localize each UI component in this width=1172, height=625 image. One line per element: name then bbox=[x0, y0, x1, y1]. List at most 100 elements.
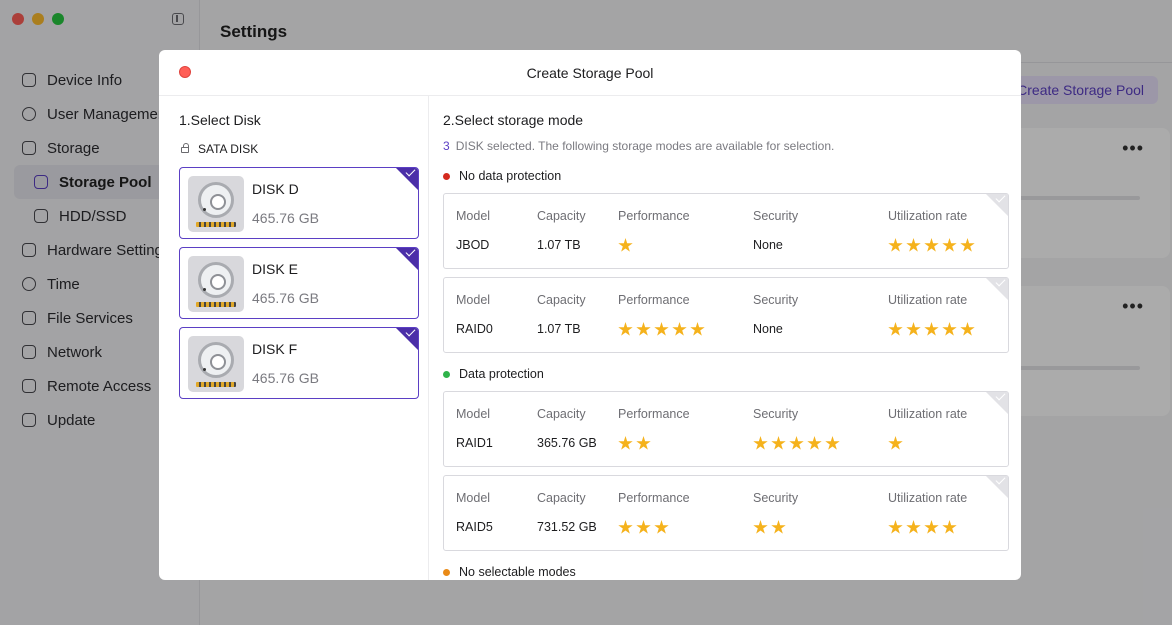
star-icon bbox=[942, 520, 957, 534]
column-header-utilization: Utilization rate bbox=[888, 209, 968, 223]
disk-group-label: SATA DISK bbox=[181, 142, 258, 156]
utilization-rating bbox=[888, 520, 957, 535]
utilization-rating bbox=[888, 436, 903, 451]
performance-rating bbox=[618, 436, 651, 451]
column-header-model: Model bbox=[456, 491, 491, 505]
column-header-performance: Performance bbox=[618, 407, 690, 421]
star-icon bbox=[753, 520, 768, 534]
security-rating bbox=[753, 436, 840, 451]
disk-card[interactable]: DISK D 465.76 GB bbox=[179, 167, 419, 239]
storage-mode-jbod[interactable]: Model JBOD Capacity 1.07 TB Performance Secur… bbox=[443, 193, 1009, 269]
hard-disk-icon bbox=[188, 176, 244, 232]
mode-model: RAID1 bbox=[456, 436, 493, 450]
hard-disk-icon bbox=[188, 336, 244, 392]
group-label-text: No selectable modes bbox=[459, 565, 576, 579]
disk-name: DISK F bbox=[252, 341, 298, 357]
column-header-utilization: Utilization rate bbox=[888, 407, 968, 421]
mode-capacity: 1.07 TB bbox=[537, 322, 581, 336]
column-header-model: Model bbox=[456, 293, 491, 307]
disk-group-text: SATA DISK bbox=[198, 142, 259, 156]
star-icon bbox=[690, 322, 705, 336]
group-label-text: Data protection bbox=[459, 367, 544, 381]
mode-model: RAID0 bbox=[456, 322, 493, 336]
star-icon bbox=[636, 436, 651, 450]
column-header-security: Security bbox=[753, 293, 799, 307]
utilization-rating bbox=[888, 238, 975, 253]
orange-dot-icon bbox=[443, 568, 450, 576]
column-header-security: Security bbox=[753, 491, 799, 505]
select-mode-pane: 2.Select storage mode 3 DISK selected. Th… bbox=[429, 96, 1021, 580]
star-icon bbox=[906, 520, 921, 534]
column-header-performance: Performance bbox=[618, 293, 690, 307]
star-icon bbox=[960, 322, 975, 336]
star-icon bbox=[654, 520, 669, 534]
column-header-performance: Performance bbox=[618, 491, 690, 505]
column-header-capacity: Capacity bbox=[537, 491, 586, 505]
disk-size: 465.76 GB bbox=[252, 370, 319, 386]
mode-security: None bbox=[753, 322, 783, 336]
select-disk-title: 1.Select Disk bbox=[179, 112, 261, 128]
column-header-capacity: Capacity bbox=[537, 209, 586, 223]
mode-capacity: 365.76 GB bbox=[537, 436, 597, 450]
column-header-capacity: Capacity bbox=[537, 293, 586, 307]
star-icon bbox=[942, 322, 957, 336]
disk-card[interactable]: DISK E 465.76 GB bbox=[179, 247, 419, 319]
select-disk-pane: 1.Select Disk SATA DISK DISK D 465.76 GB D… bbox=[159, 96, 429, 580]
star-icon bbox=[924, 322, 939, 336]
disk-size: 465.76 GB bbox=[252, 210, 319, 226]
star-icon bbox=[906, 238, 921, 252]
mode-model: RAID5 bbox=[456, 520, 493, 534]
column-header-model: Model bbox=[456, 209, 491, 223]
star-icon bbox=[888, 238, 903, 252]
star-icon bbox=[924, 238, 939, 252]
star-icon bbox=[753, 436, 768, 450]
column-header-utilization: Utilization rate bbox=[888, 293, 968, 307]
column-header-performance: Performance bbox=[618, 209, 690, 223]
selected-text: DISK selected. The following storage mod… bbox=[455, 139, 835, 153]
selected-count: 3 bbox=[443, 139, 450, 153]
star-icon bbox=[888, 520, 903, 534]
selected-disk-info: 3 DISK selected. The following storage mo… bbox=[443, 139, 834, 153]
disk-size: 465.76 GB bbox=[252, 290, 319, 306]
create-storage-pool-dialog: Create Storage Pool 1.Select Disk SATA D… bbox=[159, 50, 1021, 580]
disk-name: DISK E bbox=[252, 261, 298, 277]
star-icon bbox=[807, 436, 822, 450]
star-icon bbox=[906, 322, 921, 336]
mode-security: None bbox=[753, 238, 783, 252]
star-icon bbox=[771, 520, 786, 534]
star-icon bbox=[636, 520, 651, 534]
star-icon bbox=[825, 436, 840, 450]
green-dot-icon bbox=[443, 370, 450, 378]
star-icon bbox=[636, 322, 651, 336]
security-rating bbox=[753, 520, 786, 535]
star-icon bbox=[789, 436, 804, 450]
group-label-text: No data protection bbox=[459, 169, 562, 183]
star-icon bbox=[654, 322, 669, 336]
performance-rating bbox=[618, 520, 669, 535]
group-no-data-protection: No data protection bbox=[443, 169, 561, 183]
mode-capacity: 731.52 GB bbox=[537, 520, 597, 534]
star-icon bbox=[618, 436, 633, 450]
column-header-model: Model bbox=[456, 407, 491, 421]
red-dot-icon bbox=[443, 172, 450, 180]
performance-rating bbox=[618, 238, 633, 253]
star-icon bbox=[888, 436, 903, 450]
dialog-header: Create Storage Pool bbox=[159, 50, 1021, 96]
mode-model: JBOD bbox=[456, 238, 490, 252]
star-icon bbox=[618, 520, 633, 534]
utilization-rating bbox=[888, 322, 975, 337]
storage-mode-raid5[interactable]: Model RAID5 Capacity 731.52 GB Performance Se… bbox=[443, 475, 1009, 551]
select-mode-title: 2.Select storage mode bbox=[443, 112, 584, 128]
storage-mode-raid0[interactable]: Model RAID0 Capacity 1.07 TB Performance Secu… bbox=[443, 277, 1009, 353]
star-icon bbox=[924, 520, 939, 534]
performance-rating bbox=[618, 322, 705, 337]
group-no-selectable-modes: No selectable modes bbox=[443, 565, 576, 579]
mode-capacity: 1.07 TB bbox=[537, 238, 581, 252]
column-header-utilization: Utilization rate bbox=[888, 491, 968, 505]
disk-card[interactable]: DISK F 465.76 GB bbox=[179, 327, 419, 399]
storage-mode-raid1[interactable]: Model RAID1 Capacity 365.76 GB Performance Se… bbox=[443, 391, 1009, 467]
star-icon bbox=[618, 238, 633, 252]
app-window: Device Info User Management Storage Storage… bbox=[0, 0, 1172, 625]
dialog-title: Create Storage Pool bbox=[526, 65, 654, 81]
star-icon bbox=[942, 238, 957, 252]
